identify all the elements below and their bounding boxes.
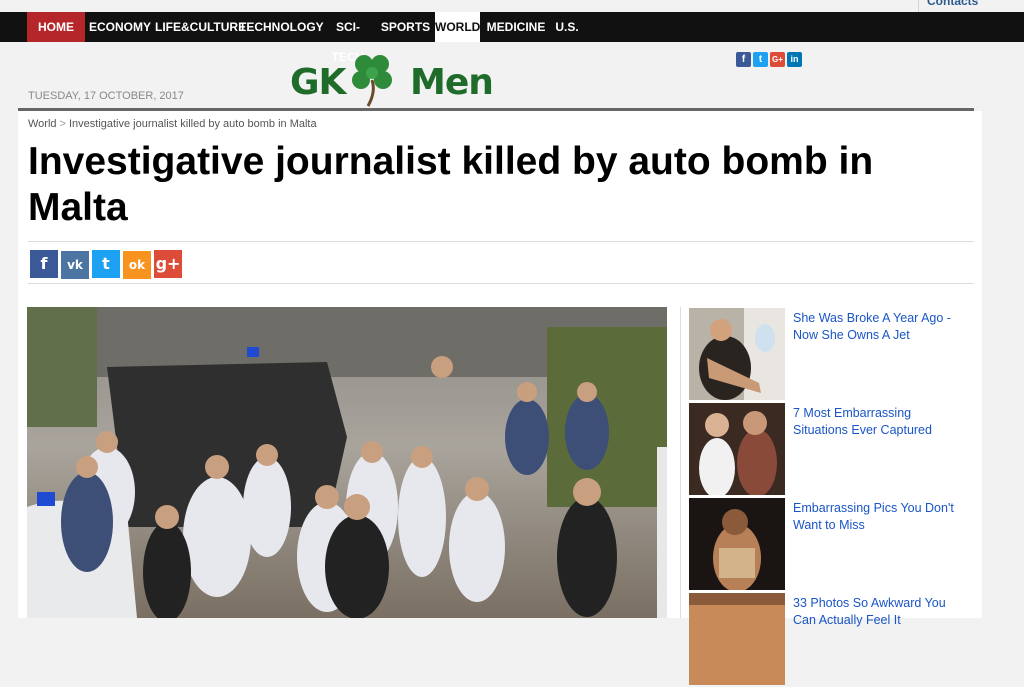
google-plus-share-icon[interactable]: g+ [154, 250, 182, 278]
sidebar-divider [680, 307, 681, 618]
facebook-icon[interactable]: f [736, 52, 751, 67]
sidebar-thumbnail[interactable] [689, 498, 785, 590]
facebook-share-icon[interactable]: f [30, 250, 58, 278]
sidebar-thumbnail[interactable] [689, 308, 785, 400]
site-logo[interactable]: GK Men [290, 44, 494, 110]
top-strip: Contacts [0, 0, 1024, 12]
sidebar-item[interactable]: She Was Broke A Year Ago - Now She Owns … [689, 308, 989, 402]
contacts-link[interactable]: Contacts [918, 0, 1024, 12]
nav-sports[interactable]: SPORTS [379, 12, 432, 42]
sidebar-item[interactable]: 33 Photos So Awkward You Can Actually Fe… [689, 593, 989, 687]
vk-share-icon[interactable]: vk [61, 251, 89, 279]
main-nav: HOME ECONOMY LIFE&CULTURE TECHNOLOGY SCI… [0, 12, 1024, 64]
nav-medicine[interactable]: MEDICINE [483, 12, 549, 42]
current-date: TUESDAY, 17 OCTOBER, 2017 [28, 90, 184, 102]
nav-us[interactable]: U.S. [552, 12, 582, 42]
breadcrumb: World > Investigative journalist killed by… [28, 118, 317, 130]
linkedin-icon[interactable]: in [787, 52, 802, 67]
main-content: World > Investigative journalist killed by… [18, 111, 982, 685]
article-title: Investigative journalist killed by auto … [28, 140, 874, 229]
sidebar-item[interactable]: 7 Most Embarrassing Situations Ever Capt… [689, 403, 989, 497]
header-social-icons: f t G+ in [736, 49, 804, 67]
twitter-share-icon[interactable]: t [92, 250, 120, 278]
nav-scitech[interactable]: SCI-TECH [320, 12, 376, 64]
thumbnail-image [689, 593, 785, 685]
thumbnail-image [689, 498, 785, 590]
divider [28, 241, 974, 242]
thumbnail-image [689, 308, 785, 400]
twitter-icon[interactable]: t [753, 52, 768, 67]
divider [28, 283, 974, 284]
thumbnail-image [689, 403, 785, 495]
odnoklassniki-share-icon[interactable]: ok [123, 251, 151, 279]
photo-illustration [27, 307, 667, 618]
logo-text-right: Men [410, 62, 494, 103]
breadcrumb-separator: > [59, 118, 66, 130]
sidebar-link[interactable]: 33 Photos So Awkward You Can Actually Fe… [793, 595, 963, 629]
sidebar-thumbnail[interactable] [689, 403, 785, 495]
sidebar-link[interactable]: Embarrassing Pics You Don't Want to Miss [793, 500, 963, 534]
article-photo [27, 307, 667, 618]
sidebar-item[interactable]: Embarrassing Pics You Don't Want to Miss [689, 498, 989, 592]
nav-home[interactable]: HOME [27, 12, 85, 42]
site-header: TUESDAY, 17 OCTOBER, 2017 GK Men f t G+ in [18, 42, 974, 110]
nav-world[interactable]: WORLD [435, 12, 480, 42]
breadcrumb-current: Investigative journalist killed by auto … [68, 118, 317, 130]
breadcrumb-section-link[interactable]: World [28, 118, 57, 130]
nav-economy[interactable]: ECONOMY [88, 12, 152, 42]
nav-lifeculture[interactable]: LIFE&CULTURE [155, 12, 246, 42]
nav-technology[interactable]: TECHNOLOGY [239, 12, 324, 42]
google-plus-icon[interactable]: G+ [770, 52, 785, 67]
sidebar-link[interactable]: She Was Broke A Year Ago - Now She Owns … [793, 310, 963, 344]
logo-text-left: GK [290, 62, 346, 103]
clover-icon [352, 55, 392, 107]
sidebar-link[interactable]: 7 Most Embarrassing Situations Ever Capt… [793, 405, 963, 439]
share-buttons: f vk t ok g+ [30, 250, 185, 279]
sidebar-thumbnail[interactable] [689, 593, 785, 685]
